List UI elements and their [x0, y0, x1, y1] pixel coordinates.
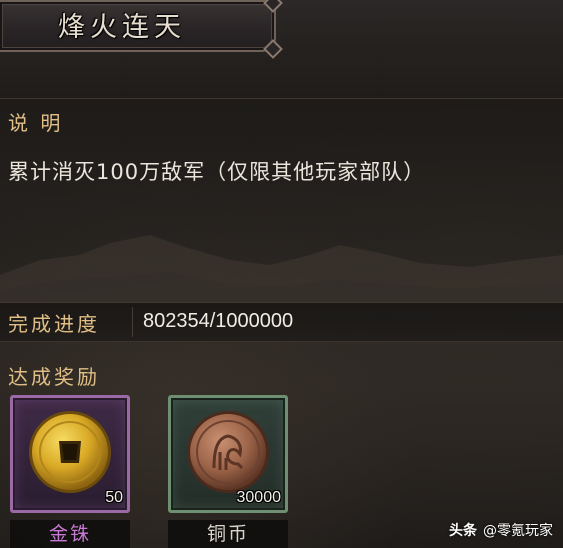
progress-label: 完成进度 [8, 312, 100, 336]
reward-name: 金铢 [10, 520, 130, 548]
reward-name: 铜币 [168, 520, 288, 548]
quest-title: 烽火连天 [58, 12, 186, 43]
reward-item-gold[interactable]: 50 [10, 395, 130, 513]
watermark: 头条 @零氪玩家 [449, 520, 553, 540]
mountain-background [0, 235, 563, 315]
reward-item-copper[interactable]: 30000 [168, 395, 288, 513]
gold-coin-icon [29, 411, 111, 493]
section-divider [0, 98, 563, 99]
progress-value: 802354/1000000 [143, 310, 294, 332]
top-strip [276, 0, 563, 48]
quest-detail-panel: 烽火连天 说 明 累计消灭100万敌军（仅限其他玩家部队） 完成进度 80235… [0, 0, 563, 548]
watermark-handle: @零氪玩家 [483, 523, 553, 539]
description-text: 累计消灭100万敌军（仅限其他玩家部队） [8, 160, 426, 184]
watermark-brand: 头条 [449, 523, 477, 539]
reward-count: 50 [105, 489, 123, 506]
progress-separator [132, 307, 133, 337]
copper-coin-icon [187, 411, 269, 493]
reward-count: 30000 [236, 489, 282, 506]
description-label: 说 明 [8, 111, 64, 135]
progress-row: 完成进度 802354/1000000 [0, 302, 563, 342]
rewards-label: 达成奖励 [8, 365, 100, 389]
title-banner: 烽火连天 [0, 0, 283, 59]
